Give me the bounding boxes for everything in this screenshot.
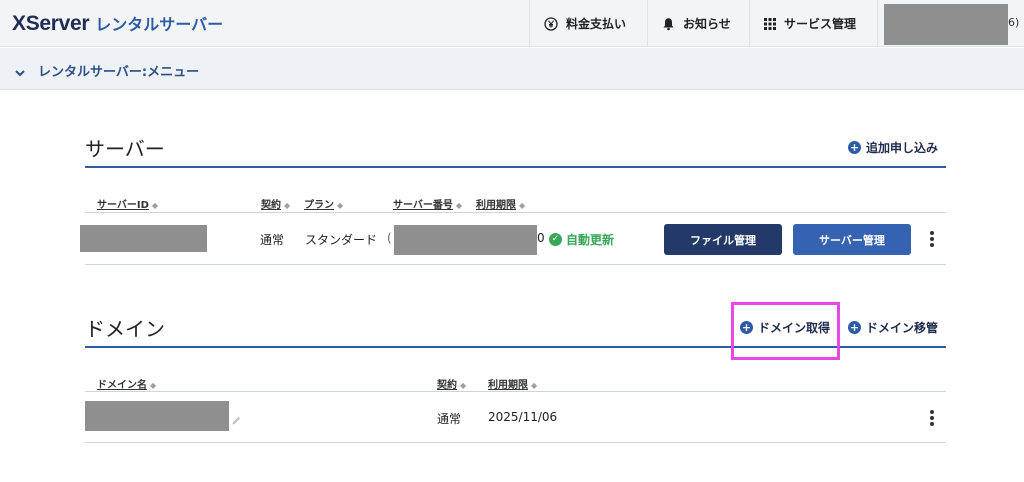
- redacted-domain-name: [85, 401, 229, 431]
- sort-icon: ◆: [151, 201, 159, 210]
- column-plan[interactable]: プラン ◆: [304, 196, 343, 211]
- menu-bar[interactable]: レンタルサーバー:メニュー: [0, 48, 1024, 90]
- server-table-bottom-divider: [85, 264, 946, 265]
- yen-circle-icon: [544, 16, 558, 31]
- sort-icon: ◆: [337, 201, 344, 210]
- add-application-label: 追加申し込み: [866, 141, 939, 155]
- check-circle-icon: ✓: [549, 233, 562, 246]
- domain-contract: 通常: [437, 412, 462, 426]
- server-table-header-divider: [85, 212, 946, 213]
- grid-icon: [764, 17, 776, 30]
- server-expiry-fragment: 0: [537, 231, 545, 245]
- add-application-link[interactable]: + 追加申し込み: [848, 139, 938, 156]
- transfer-domain-link[interactable]: + ドメイン移管: [848, 319, 938, 336]
- nav-services-label: サービス管理: [784, 17, 857, 31]
- menu-title: レンタルサーバー:メニュー: [38, 65, 200, 80]
- redacted-server-id: [80, 225, 207, 252]
- redacted-server-number: [394, 225, 537, 255]
- bell-icon: [662, 17, 675, 31]
- highlight-box: [731, 302, 840, 360]
- column-domain-contract[interactable]: 契約 ◆: [437, 376, 466, 391]
- user-menu[interactable]: 6): [877, 0, 1024, 47]
- sort-icon: ◆: [150, 381, 157, 390]
- column-expiry[interactable]: 利用期限 ◆: [476, 196, 525, 211]
- domain-section-title: ドメイン: [85, 317, 165, 341]
- logo-sub: レンタルサーバー: [95, 15, 224, 34]
- nav-news[interactable]: お知らせ: [647, 0, 749, 47]
- transfer-domain-label: ドメイン移管: [866, 321, 939, 335]
- server-section-title: サーバー: [85, 137, 165, 161]
- nav-payment-label: 料金支払い: [566, 17, 627, 31]
- sort-icon: ◆: [519, 201, 526, 210]
- sort-icon: ◆: [455, 201, 463, 210]
- domain-table-bottom-divider: [85, 442, 946, 443]
- plus-circle-icon: +: [848, 141, 861, 154]
- nav-payment[interactable]: 料金支払い: [529, 0, 647, 47]
- domain-table-header-divider: [85, 391, 946, 392]
- top-bar: XServer レンタルサーバー 料金支払い お知らせ サービス管理 6): [0, 0, 1024, 47]
- pencil-icon[interactable]: [231, 411, 242, 430]
- domain-expiry: 2025/11/06: [488, 410, 558, 424]
- user-name-tail: 6): [1008, 16, 1020, 29]
- column-server-id[interactable]: サーバーID ◆: [97, 196, 158, 211]
- server-manager-button[interactable]: サーバー管理: [793, 224, 911, 255]
- sort-icon: ◆: [531, 381, 538, 390]
- server-number-prefix: (: [387, 231, 392, 245]
- auto-renew-label: 自動更新: [566, 233, 615, 247]
- logo-main: XServer: [12, 12, 90, 35]
- plus-circle-icon: +: [848, 321, 861, 334]
- nav-services[interactable]: サービス管理: [749, 0, 877, 47]
- logo[interactable]: XServer レンタルサーバー: [12, 11, 223, 36]
- column-domain-name[interactable]: ドメイン名 ◆: [97, 376, 156, 391]
- kebab-icon[interactable]: [929, 410, 935, 426]
- server-contract: 通常: [260, 233, 285, 247]
- column-contract[interactable]: 契約 ◆: [261, 196, 290, 211]
- server-plan: スタンダード: [305, 233, 378, 247]
- redacted-user-name: [884, 4, 1008, 45]
- nav-news-label: お知らせ: [683, 17, 731, 31]
- sort-icon: ◆: [460, 381, 467, 390]
- chevron-down-icon[interactable]: [14, 63, 26, 82]
- column-domain-expiry[interactable]: 利用期限 ◆: [488, 376, 537, 391]
- sort-icon: ◆: [284, 201, 291, 210]
- kebab-icon[interactable]: [929, 231, 935, 247]
- file-manager-button[interactable]: ファイル管理: [664, 224, 782, 255]
- column-server-number[interactable]: サーバー番号 ◆: [393, 196, 462, 211]
- auto-renew-status: ✓ 自動更新: [549, 231, 614, 248]
- server-section-divider: [85, 166, 946, 168]
